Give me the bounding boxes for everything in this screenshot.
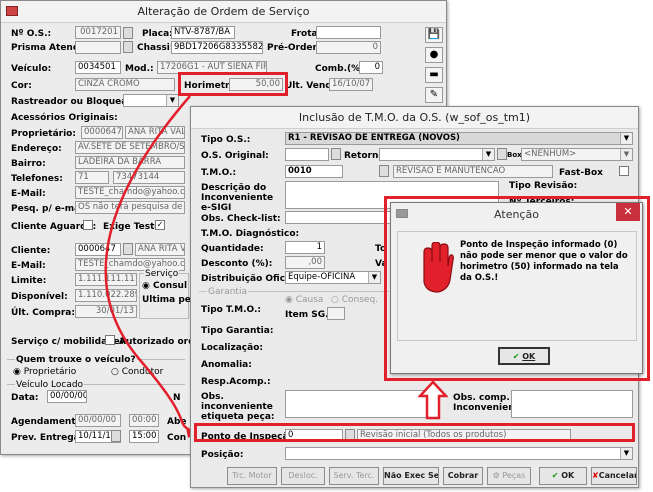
resp-acomp-label: Resp.Acomp.: — [201, 377, 271, 387]
alert-message: Ponto de Inspeção informado (0) não pode… — [460, 240, 628, 283]
os-original-label: O.S. Original: — [201, 151, 269, 161]
cancelar-label: Cancelar — [598, 471, 637, 480]
alert-title: Atenção — [494, 208, 539, 221]
gear-icon: ⚙ — [492, 471, 500, 480]
fast-box-label: Fast-Box — [559, 168, 603, 178]
nao-exec-button[interactable]: Não Exec Serv — [383, 467, 439, 485]
ok-label: OK — [561, 471, 575, 480]
garantia-group-label: Garantia — [207, 287, 248, 297]
conseq-radio[interactable]: ○ Conseq. — [331, 295, 378, 305]
chevron-down-icon: ▼ — [620, 133, 632, 144]
anomalia-label: Anomalia: — [201, 360, 252, 370]
alert-body: Ponto de Inspeção informado (0) não pode… — [397, 231, 637, 341]
obs-comp-label: Obs. comp. Inconveniente: — [453, 393, 529, 413]
cobrar-button[interactable]: Cobrar — [443, 467, 483, 485]
lookup-icon[interactable] — [497, 148, 507, 160]
alert-ok-label: OK — [522, 352, 536, 361]
descricao-label: Descrição do Inconveniente e-SIGI — [201, 183, 274, 213]
pecas-button[interactable]: ⚙ Peças — [487, 467, 531, 485]
alert-titlebar: Atenção ✕ — [391, 203, 642, 225]
stop-hand-icon — [423, 242, 454, 293]
os-original-field[interactable] — [285, 148, 329, 161]
tmo-code-field[interactable]: 0010 — [285, 165, 343, 178]
pecas-label: Peças — [502, 471, 526, 480]
quantidade-label: Quantidade: — [201, 244, 264, 254]
conseq-label: Conseq. — [341, 295, 379, 305]
tipo-garantia-label: Tipo Garantia: — [201, 326, 274, 336]
ponto-inspecao-highlight — [194, 423, 635, 442]
alert-ok-button[interactable]: ✔ OK — [498, 347, 550, 365]
localizacao-label: Localização: — [201, 343, 263, 353]
obs-comp-textarea[interactable] — [511, 390, 633, 418]
tmo-desc-field[interactable]: REVISAO E MANUTENCAO — [393, 165, 553, 178]
chevron-down-icon: ▼ — [482, 149, 494, 160]
chevron-down-icon: ▼ — [620, 149, 632, 160]
obs-etiqueta-textarea[interactable] — [285, 390, 435, 418]
close-icon: ✕ — [623, 205, 633, 218]
tmo-diag-label: T.M.O. Diagnóstico: — [201, 229, 300, 239]
check-icon: ✔ — [512, 352, 520, 361]
desconto-label: Desconto (%): — [201, 259, 273, 269]
serv-terc-button[interactable]: Serv. Terc. — [329, 467, 379, 485]
distribuicao-select[interactable]: Equipe-OFICINA ▼ — [285, 271, 381, 284]
close-icon: ✘ — [592, 471, 599, 480]
desconto-field[interactable]: ,00 — [285, 256, 325, 269]
posicao-select[interactable]: ▼ — [285, 447, 633, 460]
ok-button[interactable]: ✔ OK — [539, 467, 587, 485]
posicao-label: Posição: — [201, 450, 244, 460]
obs-etiqueta-label: Obs. inconveniente etiqueta peça: — [201, 392, 275, 422]
chevron-down-icon: ▼ — [620, 448, 632, 459]
quantidade-field[interactable]: 1 — [285, 241, 325, 254]
tipo-tmo-label: Tipo T.M.O.: — [201, 305, 262, 315]
fast-box-checkbox[interactable] — [619, 166, 629, 176]
box-select[interactable]: <NENHUM> ▼ — [521, 148, 633, 161]
causa-label: Causa — [295, 295, 324, 305]
item-sg-label: Item SG.: — [285, 310, 333, 320]
up-arrow — [418, 380, 448, 420]
lookup-icon[interactable] — [331, 148, 341, 160]
distribuicao-value: Equipe-OFICINA — [288, 272, 356, 282]
tmo-window-title: Inclusão de T.M.O. da O.S. (w_sof_os_tm1… — [191, 107, 638, 129]
close-button[interactable]: ✕ — [616, 203, 640, 221]
tipo-revisao-label: Tipo Revisão: — [509, 181, 578, 191]
alert-dialog: Atenção ✕ Ponto de Inspeção informado (0… — [390, 202, 643, 374]
box-value: <NENHUM> — [524, 149, 577, 159]
item-sg-field[interactable] — [327, 307, 345, 320]
cancelar-button[interactable]: ✘Cancelar — [591, 467, 637, 485]
check-icon: ✔ — [551, 471, 559, 480]
causa-radio[interactable]: ◉ Causa — [285, 295, 323, 305]
tipo-os-value: R1 - REVISAO DE ENTREGA (NOVOS) — [288, 133, 460, 143]
obs-checklist-label: Obs. Check-list: — [201, 214, 281, 224]
tipo-os-select[interactable]: R1 - REVISAO DE ENTREGA (NOVOS) ▼ — [285, 132, 633, 145]
tmo-label: T.M.O.: — [201, 168, 237, 178]
desloc-button[interactable]: Desloc. — [281, 467, 325, 485]
retorno-select[interactable]: ▼ — [379, 148, 495, 161]
trc-motor-button[interactable]: Trc. Motor — [227, 467, 277, 485]
lookup-icon[interactable] — [379, 165, 389, 177]
chevron-down-icon: ▼ — [368, 272, 380, 283]
tipo-os-label: Tipo O.S.: — [201, 135, 251, 145]
